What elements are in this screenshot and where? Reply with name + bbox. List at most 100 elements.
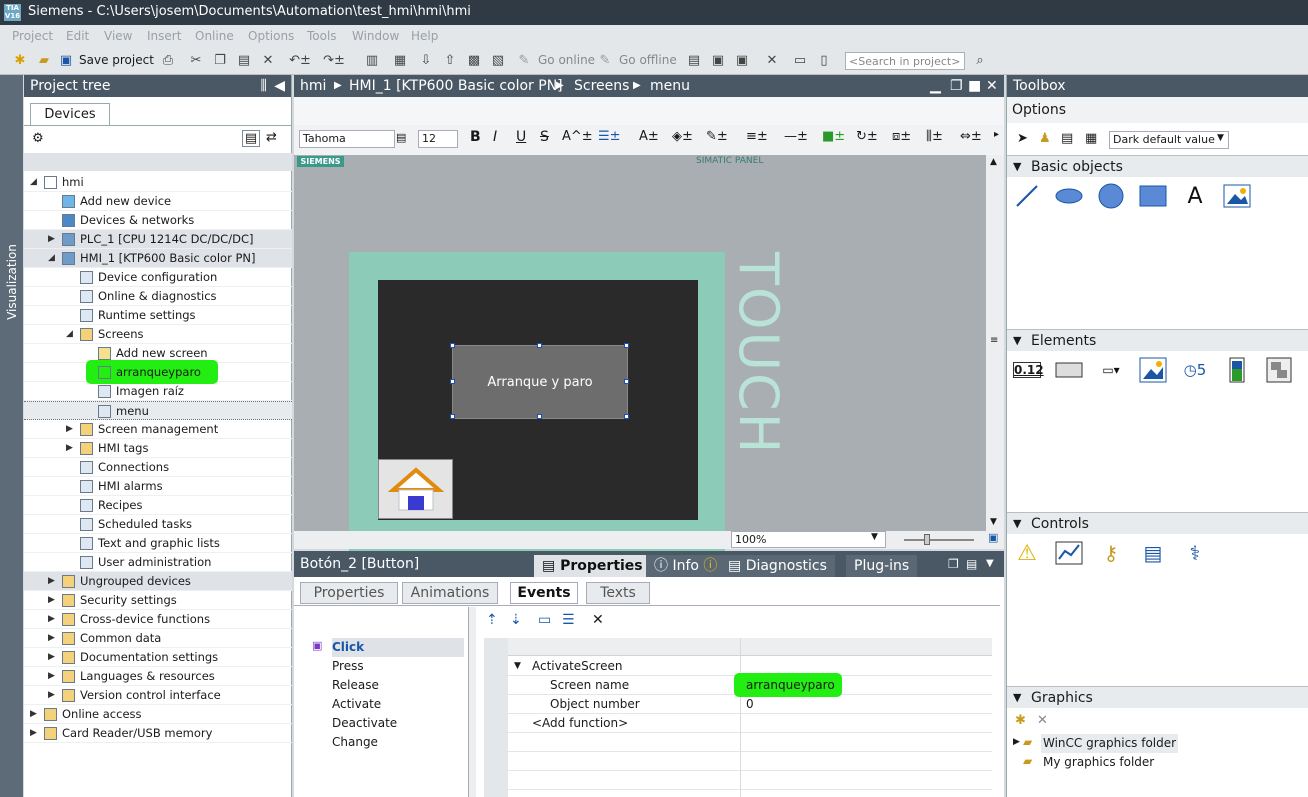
menu-tools[interactable]: Tools bbox=[307, 29, 337, 43]
tree-item-hmi1[interactable]: ◢ HMI_1 [KTP600 Basic color PN] bbox=[24, 249, 292, 268]
subtab-texts[interactable]: Texts bbox=[586, 582, 650, 604]
resize-handle[interactable] bbox=[450, 414, 455, 419]
tree-item-card-reader[interactable]: ▶ Card Reader/USB memory bbox=[24, 724, 292, 743]
expand-icon[interactable]: ▶ bbox=[48, 667, 55, 686]
menu-project[interactable]: Project bbox=[12, 29, 53, 43]
split-horizontal-icon[interactable]: ▭ bbox=[792, 52, 808, 69]
menu-lines-icon[interactable]: ▤ bbox=[966, 551, 977, 577]
move-down-icon[interactable]: ⇣ bbox=[510, 612, 522, 628]
delete-icon[interactable]: ✕ bbox=[260, 52, 276, 69]
scroll-grip-icon[interactable]: ≡ bbox=[990, 335, 998, 346]
align-icon[interactable]: ☰± bbox=[598, 129, 621, 144]
overview-icon[interactable]: ▤ bbox=[242, 130, 260, 147]
screen-canvas[interactable]: SIEMENS SIMATIC PANEL TOUCH Arranque y p… bbox=[294, 155, 986, 595]
graphic-io-icon[interactable] bbox=[1138, 356, 1168, 384]
scroll-down-icon[interactable]: ▼ bbox=[990, 517, 997, 527]
font-dialog-icon[interactable]: ▤ bbox=[396, 131, 406, 144]
new-project-icon[interactable]: ✱ bbox=[12, 52, 28, 69]
strikethrough-icon[interactable]: S bbox=[540, 129, 549, 145]
table-icon[interactable]: ▦ bbox=[1085, 131, 1097, 146]
expand-icon[interactable]: ◢ bbox=[30, 173, 37, 192]
go-offline-icon[interactable]: ✎ bbox=[597, 52, 613, 69]
line-tool-icon[interactable] bbox=[1012, 182, 1042, 210]
start-cpu-icon[interactable]: ▣ bbox=[710, 52, 726, 69]
trend-view-icon[interactable] bbox=[1054, 539, 1084, 567]
align-objects-icon[interactable]: ⧈± bbox=[892, 129, 911, 144]
tree-item-hmi-tags[interactable]: ▶ HMI tags bbox=[24, 439, 292, 458]
tree-item-screens[interactable]: ◢ Screens bbox=[24, 325, 292, 344]
line-color-icon[interactable]: ✎± bbox=[706, 129, 728, 144]
tab-info[interactable]: ⓘ Info ⓘ bbox=[646, 555, 726, 577]
expand-icon[interactable]: ◢ bbox=[66, 325, 73, 344]
expand-icon[interactable]: ▼ bbox=[514, 657, 521, 676]
vertical-scrollbar[interactable]: ▲ ≡ ▼ bbox=[986, 155, 1004, 531]
tree-item-languages-resources[interactable]: ▶ Languages & resources bbox=[24, 667, 292, 686]
menu-view[interactable]: View bbox=[104, 29, 132, 43]
maximize-icon[interactable]: ■ bbox=[968, 75, 981, 97]
font-size-select[interactable]: 12 bbox=[418, 130, 458, 148]
download-icon[interactable]: ⇩ bbox=[418, 52, 434, 69]
tree-item-cross-device-functions[interactable]: ▶ Cross-device functions bbox=[24, 610, 292, 629]
arranque-y-paro-button[interactable]: Arranque y paro bbox=[452, 345, 628, 419]
expand-icon[interactable]: ▶ bbox=[1013, 737, 1020, 747]
tree-item-arranqueyparo[interactable]: arranqueyparo bbox=[24, 360, 292, 384]
underline-icon[interactable]: U bbox=[516, 129, 526, 145]
expand-icon[interactable]: ▶ bbox=[30, 724, 37, 743]
resize-handle[interactable] bbox=[450, 343, 455, 348]
symbolic-io-icon[interactable]: ▭▾ bbox=[1096, 356, 1126, 384]
tree-item-runtime-settings[interactable]: Runtime settings bbox=[24, 306, 292, 325]
tree-item-scheduled-tasks[interactable]: Scheduled tasks bbox=[24, 515, 292, 534]
expand-icon[interactable]: ▶ bbox=[48, 591, 55, 610]
breadcrumb-menu[interactable]: menu bbox=[650, 75, 690, 97]
expand-icon[interactable]: ▶ bbox=[48, 610, 55, 629]
go-online-icon[interactable]: ✎ bbox=[516, 52, 532, 69]
date-time-icon[interactable]: ◷5 bbox=[1180, 356, 1210, 384]
delete-function-icon[interactable]: ✕ bbox=[592, 612, 604, 628]
tree-item-common-data[interactable]: ▶ Common data bbox=[24, 629, 292, 648]
cut-icon[interactable]: ✂ bbox=[188, 52, 204, 69]
undo-icon[interactable]: ↶± bbox=[288, 52, 312, 69]
split-vertical-icon[interactable]: ▯ bbox=[816, 52, 832, 69]
tree-item-menu[interactable]: menu bbox=[24, 401, 292, 420]
event-change[interactable]: Change bbox=[332, 733, 378, 752]
home-button[interactable] bbox=[378, 459, 453, 519]
upload-icon[interactable]: ⇧ bbox=[442, 52, 458, 69]
tree-settings-icon[interactable]: ⚙ bbox=[32, 131, 44, 146]
collapse-icon[interactable]: ▼ bbox=[1013, 687, 1021, 709]
font-grow-icon[interactable]: A^± bbox=[562, 129, 593, 144]
tree-item-devices-networks[interactable]: Devices & networks bbox=[24, 211, 292, 230]
breadcrumb-hmi[interactable]: hmi bbox=[300, 75, 326, 97]
breadcrumb-hmi1[interactable]: HMI_1 [KTP600 Basic color PN] bbox=[349, 75, 563, 97]
line-width-icon[interactable]: ≡± bbox=[746, 129, 768, 144]
distribute-icon[interactable]: ⫼± bbox=[926, 129, 943, 144]
tab-plugins[interactable]: Plug-ins bbox=[846, 555, 918, 577]
list-icon[interactable]: ☰ bbox=[562, 612, 575, 628]
resize-handle[interactable] bbox=[624, 414, 629, 419]
remove-folder-icon[interactable]: ✕ bbox=[1037, 713, 1048, 728]
pin-icon[interactable]: ⫼ bbox=[261, 75, 267, 97]
bold-icon[interactable]: B bbox=[470, 129, 481, 145]
bar-tool-icon[interactable] bbox=[1222, 356, 1252, 384]
tree-item-documentation-settings[interactable]: ▶ Documentation settings bbox=[24, 648, 292, 667]
tree-item-online-diagnostics[interactable]: Online & diagnostics bbox=[24, 287, 292, 306]
zoom-slider[interactable] bbox=[904, 539, 974, 541]
library-icon[interactable]: ▤ bbox=[1061, 131, 1073, 146]
move-up-icon[interactable]: ⇡ bbox=[486, 612, 498, 628]
italic-icon[interactable]: I bbox=[493, 129, 497, 145]
tree-item-recipes[interactable]: Recipes bbox=[24, 496, 292, 515]
stamp-icon[interactable]: ♟ bbox=[1039, 131, 1051, 146]
close-icon[interactable]: ✕ bbox=[986, 75, 998, 97]
tree-item-plc[interactable]: ▶ PLC_1 [CPU 1214C DC/DC/DC] bbox=[24, 230, 292, 249]
device-icon[interactable]: ▩ bbox=[466, 52, 482, 69]
circle-tool-icon[interactable] bbox=[1096, 182, 1126, 210]
expand-icon[interactable]: ◢ bbox=[48, 249, 55, 268]
resize-handle[interactable] bbox=[624, 379, 629, 384]
section-graphics[interactable]: ▼ Graphics bbox=[1007, 686, 1308, 708]
menu-online[interactable]: Online bbox=[195, 29, 234, 43]
param-row[interactable]: Object number 0 bbox=[484, 695, 992, 714]
graphic-view-icon[interactable] bbox=[1222, 182, 1252, 210]
open-project-icon[interactable]: ▰ bbox=[36, 52, 52, 69]
add-function-row[interactable]: <Add function> bbox=[484, 714, 992, 733]
tree-item-hmi[interactable]: ◢ hmi bbox=[24, 173, 292, 192]
section-elements[interactable]: ▼ Elements bbox=[1007, 329, 1308, 351]
